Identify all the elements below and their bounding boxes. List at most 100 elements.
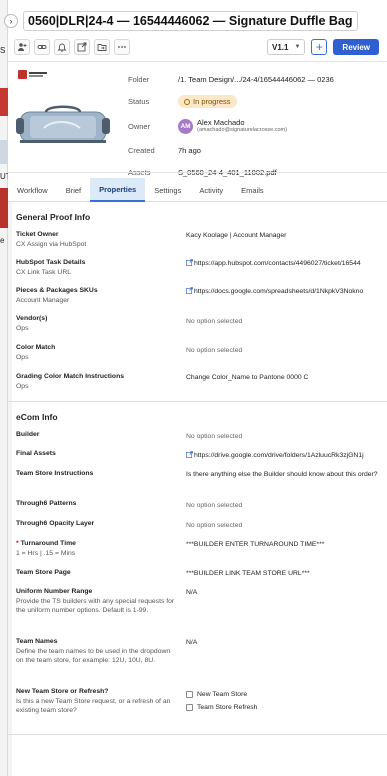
- divider: [8, 61, 387, 62]
- field-description: Is this a new Team Store request, or a r…: [16, 698, 171, 714]
- tab-properties[interactable]: Properties: [90, 178, 146, 202]
- owner-label: Owner: [128, 121, 151, 131]
- link-text: https://app.hubspot.com/contacts/4496027…: [194, 260, 361, 267]
- version-select[interactable]: V1.1 ▼: [267, 39, 306, 55]
- link-text: https://docs.google.com/spreadsheets/d/1…: [194, 288, 364, 295]
- option-label: New Team Store: [197, 691, 248, 698]
- background-thumbnail: [0, 140, 8, 164]
- field-description: Define the team names to be used in the …: [16, 648, 171, 664]
- export-button[interactable]: [74, 39, 90, 55]
- asset-metadata: Folder /1. Team Design/.../24-4/16544446…: [128, 68, 383, 184]
- scroll-gutter: [8, 202, 12, 776]
- chevron-down-icon: ▼: [294, 44, 301, 50]
- notifications-button[interactable]: [54, 39, 70, 55]
- created-value: 7h ago: [178, 145, 201, 155]
- tab-bar: Workflow Brief Properties Settings Activ…: [8, 178, 387, 202]
- created-label: Created: [128, 145, 155, 155]
- grading-instructions-value[interactable]: Change Color_Name to Pantone 0000 C: [186, 373, 381, 382]
- checkbox[interactable]: [186, 704, 193, 711]
- field-label: Team Names: [16, 638, 58, 645]
- field-label: Uniform Number Range: [16, 588, 93, 595]
- collapse-panel-button[interactable]: ›: [4, 14, 18, 28]
- field-label: Team Store Instructions: [16, 470, 94, 477]
- review-button[interactable]: Review: [333, 39, 379, 55]
- hubspot-task-link[interactable]: https://app.hubspot.com/contacts/4496027…: [186, 259, 381, 268]
- uniform-number-range-value[interactable]: N/A: [186, 588, 381, 597]
- checkbox[interactable]: [186, 691, 193, 698]
- new-team-store-option[interactable]: New Team Store: [186, 688, 381, 701]
- field-label: Turnaround Time: [20, 540, 76, 547]
- field-label: Builder: [16, 431, 40, 438]
- field-description: Provide the TS builders with any special…: [16, 598, 175, 614]
- field-label: Final Assets: [16, 450, 56, 457]
- tab-brief[interactable]: Brief: [57, 178, 90, 202]
- vendors-select[interactable]: No option selected: [186, 317, 381, 326]
- team-store-refresh-option[interactable]: Team Store Refresh: [186, 701, 381, 714]
- turnaround-time-value[interactable]: ***BUILDER ENTER TURNAROUND TIME***: [186, 540, 381, 549]
- field-label: Through6 Patterns: [16, 500, 77, 507]
- asset-thumbnail[interactable]: [16, 68, 112, 164]
- owner[interactable]: AM Alex Machado (amachado@signaturelacro…: [178, 118, 287, 134]
- external-link-icon: [186, 287, 193, 294]
- field-description: CX Assign via HubSpot: [16, 241, 87, 248]
- ecom-info-heading: eCom Info: [16, 412, 58, 422]
- folder-label: Folder: [128, 74, 150, 84]
- section-divider: [8, 401, 387, 402]
- export-icon: [77, 42, 87, 52]
- properties-content: General Proof Info Ticket Owner CX Assign…: [8, 202, 387, 776]
- color-match-select[interactable]: No option selected: [186, 346, 381, 355]
- background-thumbnail: [0, 88, 8, 116]
- plus-icon: +: [315, 40, 323, 54]
- proof-details-panel: › 0560|DLR|24-4 — 16544446062 — Signatur…: [4, 0, 387, 776]
- chevron-right-icon: ›: [9, 16, 13, 26]
- field-label: Through6 Opacity Layer: [16, 520, 95, 527]
- add-user-button[interactable]: [14, 39, 30, 55]
- final-assets-link[interactable]: https://drive.google.com/drive/folders/1…: [186, 451, 381, 460]
- version-label: V1.1: [272, 42, 289, 52]
- bell-icon: [57, 43, 67, 52]
- more-options-button[interactable]: [114, 39, 130, 55]
- builder-select[interactable]: No option selected: [186, 432, 381, 441]
- field-label: Color Match: [16, 344, 56, 351]
- field-description: Ops: [16, 383, 29, 390]
- tab-workflow[interactable]: Workflow: [8, 178, 57, 202]
- external-link-icon: [186, 451, 193, 458]
- progress-icon: [184, 98, 190, 105]
- folder-path[interactable]: /1. Team Design/.../24-4/16544446062 — 0…: [178, 75, 334, 84]
- option-label: Team Store Refresh: [197, 704, 258, 711]
- section-divider: [8, 734, 387, 735]
- field-label: New Team Store or Refresh?: [16, 688, 109, 695]
- avatar: AM: [178, 118, 193, 134]
- background-window-strip: S UT e: [0, 0, 11, 776]
- field-label: Grading Color Match Instructions: [16, 373, 125, 380]
- through6-opacity-select[interactable]: No option selected: [186, 521, 381, 530]
- background-text: e: [0, 236, 5, 245]
- team-names-value[interactable]: N/A: [186, 638, 381, 647]
- pieces-packages-link[interactable]: https://docs.google.com/spreadsheets/d/1…: [186, 287, 381, 296]
- team-store-instructions-value[interactable]: Is there anything else the Builder shoul…: [186, 470, 381, 479]
- new-or-refresh-options: New Team Store Team Store Refresh: [186, 688, 381, 714]
- link-text: https://drive.google.com/drive/folders/1…: [194, 452, 364, 459]
- folder-move-icon: [97, 44, 107, 51]
- tab-settings[interactable]: Settings: [145, 178, 190, 202]
- background-text: S: [0, 46, 6, 55]
- title-row: › 0560|DLR|24-4 — 16544446062 — Signatur…: [4, 10, 387, 32]
- field-description: 1 = Hrs | .15 = Mins: [16, 550, 76, 557]
- tab-emails[interactable]: Emails: [232, 178, 273, 202]
- ticket-owner-value[interactable]: Kacy Koolage | Account Manager: [186, 231, 381, 240]
- proof-title[interactable]: 0560|DLR|24-4 — 16544446062 — Signature …: [23, 11, 358, 31]
- move-to-folder-button[interactable]: [94, 39, 110, 55]
- tab-activity[interactable]: Activity: [190, 178, 232, 202]
- status-badge[interactable]: In progress: [178, 95, 237, 109]
- brand-logo: [18, 70, 48, 80]
- field-description: Account Manager: [16, 297, 70, 304]
- add-version-button[interactable]: +: [311, 39, 328, 55]
- owner-name: Alex Machado: [197, 118, 245, 127]
- copy-link-button[interactable]: [34, 39, 50, 55]
- required-asterisk: *: [16, 540, 19, 547]
- team-store-page-value[interactable]: ***BUILDER LINK TEAM STORE URL***: [186, 569, 381, 578]
- status-label: Status: [128, 97, 150, 107]
- owner-email: (amachado@signaturelacrosse.com): [197, 127, 287, 133]
- through6-patterns-select[interactable]: No option selected: [186, 501, 381, 510]
- divider: [8, 172, 387, 173]
